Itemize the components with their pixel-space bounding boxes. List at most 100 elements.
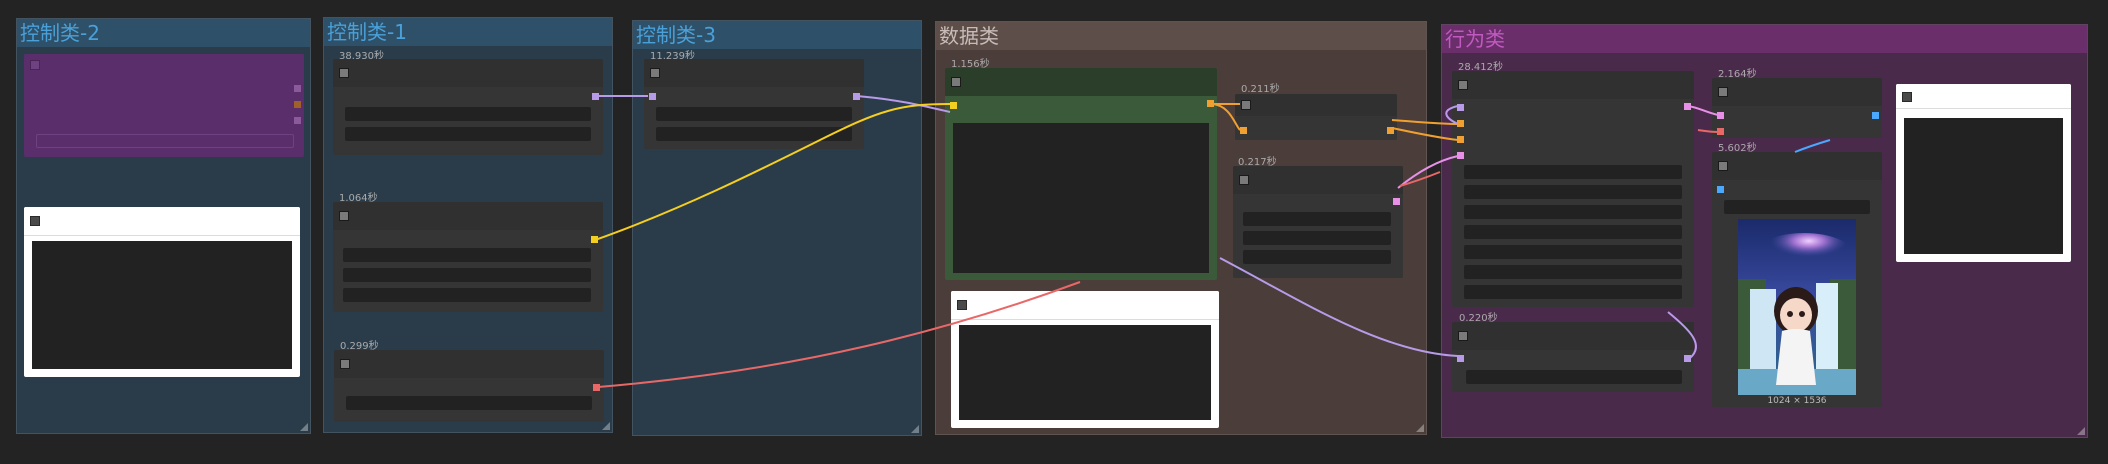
output-port[interactable] (294, 85, 301, 92)
preview-node[interactable] (24, 207, 300, 377)
node-header[interactable] (1452, 71, 1694, 99)
input-port[interactable] (1717, 186, 1724, 193)
node-widget[interactable] (1464, 185, 1682, 199)
node-widget[interactable] (343, 248, 591, 262)
collapse-toggle[interactable] (1239, 175, 1249, 185)
node-header[interactable] (951, 291, 1219, 320)
node-7[interactable] (1233, 166, 1403, 278)
collapse-toggle[interactable] (1458, 80, 1468, 90)
collapse-toggle[interactable] (1458, 331, 1468, 341)
node-widget[interactable] (1466, 370, 1682, 384)
node-9[interactable] (1452, 322, 1694, 392)
output-port[interactable] (1684, 355, 1691, 362)
input-port[interactable] (1457, 355, 1464, 362)
node-header[interactable] (1896, 84, 2071, 109)
group-title[interactable]: 数据类 (936, 22, 1426, 50)
node-header[interactable] (24, 54, 304, 76)
collapse-toggle[interactable] (339, 211, 349, 221)
collapse-toggle[interactable] (957, 300, 967, 310)
node-1[interactable] (333, 59, 603, 155)
node-header[interactable] (1712, 152, 1882, 180)
node-header[interactable] (1452, 322, 1694, 350)
input-port[interactable] (649, 93, 656, 100)
group-resize-handle[interactable] (911, 425, 919, 433)
node-header[interactable] (24, 207, 300, 236)
input-port[interactable] (1717, 128, 1724, 135)
node-4[interactable] (644, 59, 864, 149)
node-10[interactable] (1712, 78, 1882, 138)
output-port[interactable] (1393, 198, 1400, 205)
node-widget[interactable] (1243, 231, 1391, 245)
node-widget[interactable] (345, 127, 591, 141)
node-widget[interactable] (1724, 200, 1870, 214)
collapse-toggle[interactable] (650, 68, 660, 78)
output-port[interactable] (592, 93, 599, 100)
output-port[interactable] (1207, 100, 1214, 107)
node-widget[interactable] (343, 288, 591, 302)
group-title[interactable]: 控制类-2 (17, 19, 310, 47)
collapse-toggle[interactable] (340, 359, 350, 369)
input-port[interactable] (950, 102, 957, 109)
collapse-toggle[interactable] (1902, 92, 1912, 102)
node-header[interactable] (1235, 94, 1397, 116)
output-port[interactable] (593, 384, 600, 391)
node-2[interactable] (333, 202, 603, 312)
node-3[interactable] (334, 350, 604, 422)
node-widget[interactable] (346, 396, 592, 410)
collapse-toggle[interactable] (30, 216, 40, 226)
collapse-toggle[interactable] (30, 60, 40, 70)
output-port[interactable] (853, 93, 860, 100)
output-port[interactable] (1872, 112, 1879, 119)
node-6[interactable] (1235, 94, 1397, 140)
group-resize-handle[interactable] (1416, 424, 1424, 432)
node-widget[interactable] (36, 134, 294, 148)
collapse-toggle[interactable] (951, 77, 961, 87)
node-header[interactable] (644, 59, 864, 87)
node-header[interactable] (333, 59, 603, 87)
output-port[interactable] (591, 236, 598, 243)
node-widget[interactable] (1464, 245, 1682, 259)
group-resize-handle[interactable] (602, 422, 610, 430)
collapse-toggle[interactable] (1241, 100, 1251, 110)
node-widget[interactable] (1464, 205, 1682, 219)
output-port[interactable] (1684, 103, 1691, 110)
node-widget[interactable] (656, 107, 852, 121)
group-title[interactable]: 行为类 (1442, 25, 2087, 53)
group-title[interactable]: 控制类-3 (633, 21, 921, 49)
output-port[interactable] (1387, 127, 1394, 134)
collapse-toggle[interactable] (1718, 161, 1728, 171)
node-header[interactable] (334, 350, 604, 378)
group-resize-handle[interactable] (2077, 427, 2085, 435)
node-widget[interactable] (1464, 225, 1682, 239)
input-port[interactable] (1457, 120, 1464, 127)
input-port[interactable] (1717, 112, 1724, 119)
node-widget[interactable] (1464, 285, 1682, 299)
node-widget[interactable] (1243, 250, 1391, 264)
generated-image-preview[interactable] (1738, 219, 1856, 395)
node-header[interactable] (1233, 166, 1403, 194)
output-port[interactable] (294, 101, 301, 108)
node-header[interactable] (945, 68, 1217, 96)
node-widget[interactable] (343, 268, 591, 282)
input-port[interactable] (1457, 152, 1464, 159)
node-widget[interactable] (1464, 165, 1682, 179)
node-widget[interactable] (656, 127, 852, 141)
node-widget[interactable] (345, 107, 591, 121)
node-8[interactable] (1452, 71, 1694, 307)
preview-node[interactable] (951, 291, 1219, 428)
node-widget[interactable] (1464, 265, 1682, 279)
node-5[interactable] (945, 68, 1217, 280)
node-11[interactable]: 1024 × 1536 (1712, 152, 1882, 407)
input-port[interactable] (1457, 136, 1464, 143)
collapse-toggle[interactable] (339, 68, 349, 78)
group-title[interactable]: 控制类-1 (324, 18, 612, 46)
node-header[interactable] (333, 202, 603, 230)
collapse-toggle[interactable] (1718, 87, 1728, 97)
node-header[interactable] (1712, 78, 1882, 106)
output-port[interactable] (294, 117, 301, 124)
input-port[interactable] (1240, 127, 1247, 134)
input-port[interactable] (1457, 104, 1464, 111)
preview-node[interactable] (1896, 84, 2071, 262)
node-widget[interactable] (1243, 212, 1391, 226)
group-resize-handle[interactable] (300, 423, 308, 431)
